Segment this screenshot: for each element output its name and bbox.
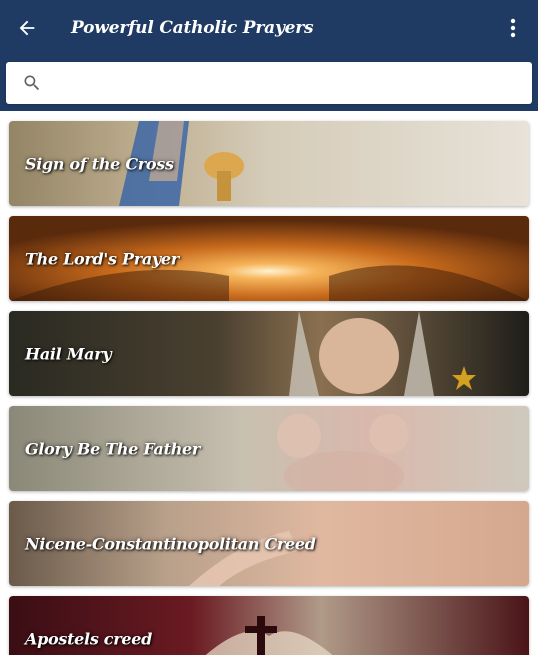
prayer-list: Sign of the Cross The Lord's Prayer Hail… — [0, 111, 538, 655]
search-input[interactable] — [56, 68, 520, 100]
prayer-card-lords-prayer[interactable]: The Lord's Prayer — [9, 216, 529, 301]
prayer-card-glory-be[interactable]: Glory Be The Father — [9, 406, 529, 491]
arrow-back-icon — [19, 20, 35, 36]
prayer-card-label: Nicene-Constantinopolitan Creed — [25, 534, 316, 553]
prayer-card-label: Apostels creed — [25, 629, 153, 648]
prayer-card-label: Hail Mary — [25, 344, 112, 363]
search-bar[interactable] — [6, 62, 532, 104]
back-button[interactable] — [10, 11, 44, 45]
search-icon — [24, 75, 40, 91]
prayer-card-hail-mary[interactable]: Hail Mary — [9, 311, 529, 396]
overflow-menu-button[interactable] — [498, 12, 528, 44]
prayer-card-label: Glory Be The Father — [25, 439, 201, 458]
more-vert-icon — [510, 18, 516, 38]
page-title: Powerful Catholic Prayers — [71, 18, 314, 38]
prayer-card-nicene-creed[interactable]: Nicene-Constantinopolitan Creed — [9, 501, 529, 586]
prayer-card-label: Sign of the Cross — [25, 154, 174, 173]
prayer-card-sign-of-the-cross[interactable]: Sign of the Cross — [9, 121, 529, 206]
prayer-card-apostles-creed[interactable]: Apostels creed — [9, 596, 529, 655]
app-bar: Powerful Catholic Prayers — [0, 0, 538, 111]
prayer-card-label: The Lord's Prayer — [25, 249, 179, 268]
